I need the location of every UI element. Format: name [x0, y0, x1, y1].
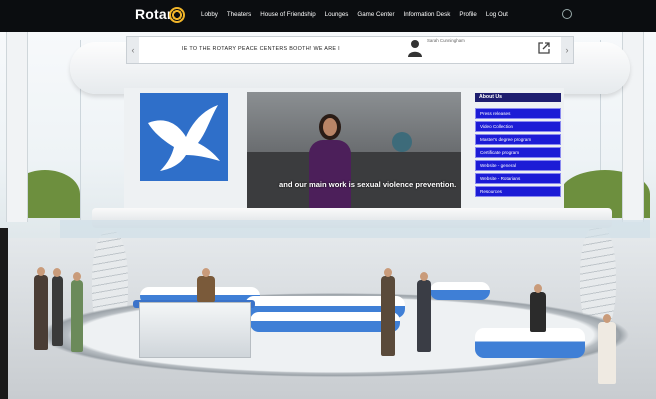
lounge-sofa[interactable] [430, 282, 490, 300]
virtual-booth-scene: and our main work is sexual violence pre… [0, 0, 656, 399]
search-icon[interactable] [562, 9, 572, 19]
video-subtitle: and our main work is sexual violence pre… [279, 180, 457, 189]
top-navigation-bar: Rotary Lobby Theaters House of Friendshi… [0, 0, 656, 32]
speaker-face [323, 118, 337, 136]
pillar [6, 32, 28, 222]
user-icon [408, 40, 422, 57]
menu-item-certificate-program[interactable]: Certificate program [475, 147, 561, 158]
avatar[interactable] [52, 268, 63, 346]
globe-prop [392, 132, 412, 152]
about-us-menu: About Us Press releases Video Collection… [475, 93, 561, 199]
nav-lobby[interactable]: Lobby [201, 11, 218, 18]
dove-icon [148, 105, 220, 171]
video-player[interactable]: and our main work is sexual violence pre… [247, 92, 461, 214]
nav-profile[interactable]: Profile [459, 11, 477, 18]
menu-item-masters-program[interactable]: Master's degree program [475, 134, 561, 145]
speaker-name: Sarah Cunningham [427, 38, 465, 43]
nav-menu: Lobby Theaters House of Friendship Loung… [201, 11, 508, 18]
announcement-ticker: ‹ IE TO THE ROTARY PEACE CENTERS BOOTH! … [126, 36, 574, 64]
nav-theaters[interactable]: Theaters [227, 11, 251, 18]
dove-logo-panel [140, 93, 228, 181]
info-desk[interactable] [139, 302, 251, 358]
speaker-body [309, 140, 351, 210]
avatar[interactable] [197, 268, 215, 302]
menu-title: About Us [475, 93, 561, 102]
nav-lounges[interactable]: Lounges [325, 11, 349, 18]
nav-game-center[interactable]: Game Center [357, 11, 394, 18]
rotary-wheel-icon [169, 7, 185, 23]
video-window-backdrop [247, 92, 461, 152]
external-link-icon[interactable] [538, 42, 550, 54]
menu-item-resources[interactable]: Resources [475, 186, 561, 197]
booth-glass-rail [60, 220, 650, 238]
ticker-prev-button[interactable]: ‹ [127, 37, 139, 63]
avatar[interactable] [598, 314, 616, 384]
avatar[interactable] [381, 268, 395, 356]
ticker-text: IE TO THE ROTARY PEACE CENTERS BOOTH! WE… [182, 46, 340, 52]
nav-information-desk[interactable]: Information Desk [404, 11, 451, 18]
menu-item-video-collection[interactable]: Video Collection [475, 121, 561, 132]
avatar[interactable] [417, 272, 431, 352]
lounge-sofa[interactable] [250, 312, 400, 332]
avatar[interactable] [530, 284, 546, 332]
nav-house-of-friendship[interactable]: House of Friendship [260, 11, 315, 18]
nav-log-out[interactable]: Log Out [486, 11, 508, 18]
menu-item-website-general[interactable]: Website - general [475, 160, 561, 171]
lounge-sofa[interactable] [475, 328, 585, 358]
menu-item-website-rotarians[interactable]: Website - Rotarians [475, 173, 561, 184]
ticker-next-button[interactable]: › [561, 37, 573, 63]
avatar[interactable] [71, 272, 83, 352]
left-edge [0, 228, 8, 399]
avatar[interactable] [34, 267, 48, 350]
menu-item-press-releases[interactable]: Press releases [475, 108, 561, 119]
